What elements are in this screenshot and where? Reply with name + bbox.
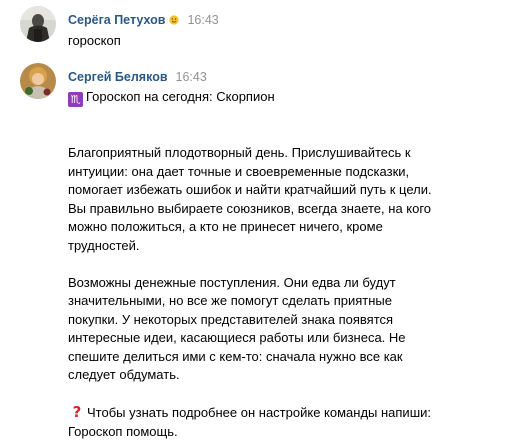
text-line: покупки. У некоторых представителей знак…	[68, 311, 394, 327]
message-header: Сергей Беляков 16:43	[68, 68, 501, 85]
author-name[interactable]: Серёга Петухов	[68, 13, 165, 27]
text-line: Чтобы узнать подробнее он настройке кома…	[87, 405, 431, 420]
message-text: гороскоп	[68, 33, 121, 48]
text-line: значительными, но все же помогут сделать…	[68, 293, 392, 308]
text-line: Возможны денежные поступления. Они едва …	[68, 274, 396, 290]
avatar-photo-icon	[20, 63, 56, 99]
avatar-photo-icon	[20, 6, 56, 42]
message-timestamp[interactable]: 16:43	[176, 70, 207, 84]
text-line: спешите делиться ими с кем-то: сначала н…	[68, 348, 403, 364]
text-line: Вы правильно выбираете союзников, всегда…	[68, 200, 432, 216]
message-timestamp[interactable]: 16:43	[187, 13, 218, 27]
horoscope-title: Гороскоп на сегодня: Скорпион	[86, 89, 275, 104]
message-text: ♏ Гороскоп на сегодня: Скорпион Благоприя…	[68, 88, 501, 441]
text-line: следует обдумать.	[68, 367, 180, 382]
horoscope-paragraph-2: Возможны денежные поступления. Они едва …	[68, 274, 501, 385]
avatar[interactable]	[20, 6, 56, 42]
text-line: трудностей.	[68, 237, 140, 253]
avatar[interactable]	[20, 63, 56, 99]
author-name[interactable]: Сергей Беляков	[68, 70, 168, 84]
scorpio-zodiac-icon: ♏	[68, 92, 83, 107]
horoscope-header: ♏ Гороскоп на сегодня: Скорпион	[68, 88, 501, 107]
horoscope-paragraph-1: Благоприятный плодотворный день. Прислуш…	[68, 144, 501, 255]
red-question-mark-icon: ?	[72, 403, 82, 421]
text-line: интересные идеи, касающиеся работы или б…	[68, 330, 406, 345]
message-header: Серёга Петухов 16:43	[68, 11, 501, 28]
text-line: интуиции: она дает точные и своевременны…	[68, 163, 410, 179]
text-line: помогает избежать ошибок и найти кратчай…	[68, 182, 432, 197]
text-line: Гороскоп помощь.	[68, 423, 178, 439]
text-line: Благоприятный плодотворный день. Прислуш…	[68, 145, 411, 160]
help-hint: ? Чтобы узнать подробнее он настройке ком…	[68, 403, 501, 441]
smiley-emoji-icon	[169, 15, 180, 25]
text-line: можно положиться, а кто не принесет ниче…	[68, 219, 383, 234]
